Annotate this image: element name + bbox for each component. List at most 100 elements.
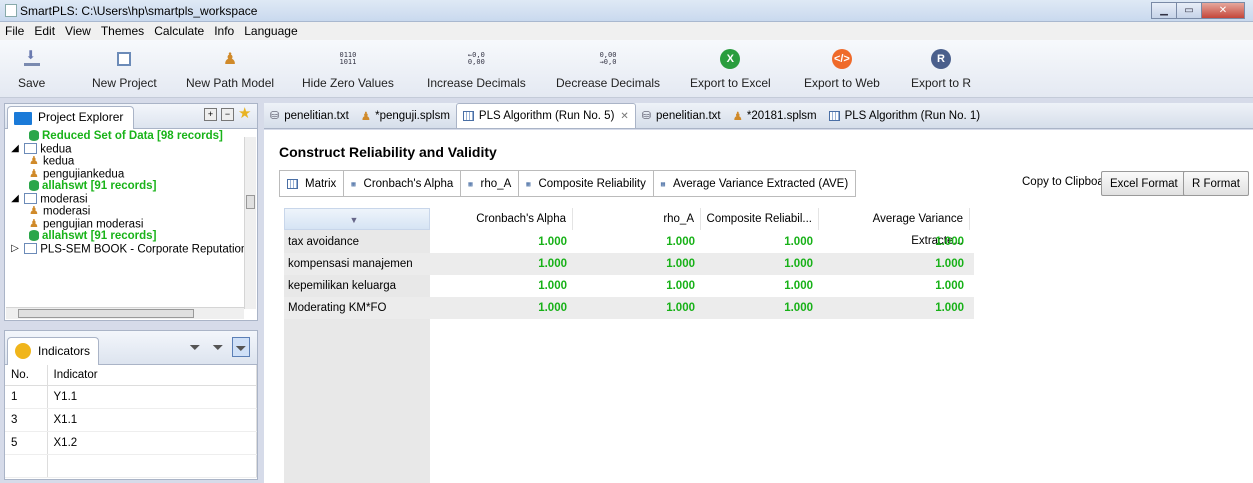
report-editor: Construct Reliability and Validity Matri… <box>264 130 1253 483</box>
export-r-button[interactable]: R Export to R <box>911 48 971 90</box>
editor-tab[interactable]: ⛁ penelitian.txt <box>636 103 727 128</box>
editor-tab[interactable]: ♟ *penguji.splsm <box>355 103 456 128</box>
increase-decimals-icon: ←0,0 0,00 <box>467 51 485 66</box>
explorer-horizontal-scrollbar[interactable] <box>6 307 244 319</box>
table-row[interactable]: tax avoidance 1.000 1.000 1.000 1.000 <box>284 231 974 253</box>
project-explorer-tab[interactable]: Project Explorer <box>7 106 135 129</box>
grid-header: ▼ Cronbach's Alpha rho_A Composite Relia… <box>284 208 974 247</box>
project-explorer-tabbar: Project Explorer + − ★ <box>5 104 257 129</box>
close-tab-icon[interactable]: ✕ <box>620 111 628 122</box>
expand-all-icon[interactable]: + <box>204 108 217 121</box>
save-icon <box>23 48 40 66</box>
window-title: SmartPLS: C:\Users\hp\smartpls_workspace <box>20 4 258 18</box>
expanded-triangle-icon[interactable]: ◢ <box>9 143 21 156</box>
excel-icon: X <box>720 49 741 69</box>
tab-cronbachs-alpha[interactable]: ▦ Cronbach's Alpha <box>344 171 462 196</box>
result-tabs: Matrix ▦ Cronbach's Alpha ▦ rho_A ▦ Composi… <box>279 170 857 197</box>
tree-item[interactable]: ♟ kedua <box>5 155 245 168</box>
menu-language[interactable]: Language <box>239 24 302 38</box>
menu-bar: File Edit View Themes Calculate Info Lan… <box>0 22 1253 40</box>
filter-icon[interactable]: ⏷ <box>209 337 227 357</box>
editor-tabbar: ⛁ penelitian.txt ♟ *penguji.splsm PLS Algo… <box>264 103 1253 129</box>
collapsed-triangle-icon[interactable]: ▷ <box>9 243 21 256</box>
explorer-actions: + − ★ <box>204 106 251 121</box>
table-row[interactable]: kepemilikan keluarga 1.000 1.000 1.000 1… <box>284 275 974 297</box>
table-row[interactable]: Moderating KM*FO 1.000 1.000 1.000 1.000 <box>284 297 974 319</box>
tab-rho-a[interactable]: ▦ rho_A <box>461 171 520 196</box>
r-format-button[interactable]: R Format <box>1183 171 1249 196</box>
report-title: Construct Reliability and Validity <box>279 144 497 160</box>
column-header[interactable]: rho_A <box>573 208 701 230</box>
export-excel-button[interactable]: X Export to Excel <box>690 48 771 90</box>
dataset-icon <box>29 180 39 192</box>
table-row[interactable]: kompensasi manajemen 1.000 1.000 1.000 1… <box>284 253 974 275</box>
menu-info[interactable]: Info <box>209 24 239 38</box>
column-header-indicator[interactable]: Indicator <box>47 365 257 386</box>
editor-tab-active[interactable]: PLS Algorithm (Run No. 5) ✕ <box>455 103 636 128</box>
menu-themes[interactable]: Themes <box>96 24 149 38</box>
editor-tab[interactable]: PLS Algorithm (Run No. 1) <box>823 103 987 128</box>
table-row[interactable]: 5 X1.2 <box>5 431 257 455</box>
save-button[interactable]: Save <box>18 48 45 90</box>
column-header[interactable]: Average Variance Extracte... <box>819 208 970 247</box>
tree-item[interactable]: ◢ kedua <box>5 143 245 156</box>
tab-composite-reliability[interactable]: ▦ Composite Reliability <box>519 171 654 196</box>
path-model-icon: ♟ <box>222 51 238 68</box>
tree-item[interactable]: Reduced Set of Data [98 records] <box>5 130 245 143</box>
export-web-button[interactable]: </> Export to Web <box>804 48 880 90</box>
table-row[interactable]: 3 X1.1 <box>5 408 257 432</box>
results-grid: ▼ Cronbach's Alpha rho_A Composite Relia… <box>284 208 1234 483</box>
decrease-decimals-icon: 0,00 →0,0 <box>599 51 617 66</box>
tab-ave[interactable]: ▦ Average Variance Extracted (AVE) <box>653 171 856 196</box>
tree-item[interactable]: ♟ pengujiankedua <box>5 168 245 181</box>
increase-decimals-button[interactable]: ←0,0 0,00 Increase Decimals <box>427 48 526 91</box>
tree-item[interactable]: ♟ moderasi <box>5 205 245 218</box>
editor-tab[interactable]: ♟ *20181.splsm <box>727 103 823 128</box>
hide-zero-values-button[interactable]: 0110 1011 Hide Zero Values <box>302 48 394 91</box>
favorite-star-icon[interactable]: ★ <box>238 106 251 121</box>
menu-edit[interactable]: Edit <box>29 24 60 38</box>
decrease-decimals-button[interactable]: 0,00 →0,0 Decrease Decimals <box>556 48 660 91</box>
column-header-no[interactable]: No. <box>5 365 48 386</box>
web-code-icon: </> <box>831 49 852 69</box>
filter-icon[interactable]: ⏷ <box>186 337 204 357</box>
collapse-all-icon[interactable]: − <box>221 108 234 121</box>
new-project-button[interactable]: New Project <box>92 48 157 90</box>
dataset-icon <box>29 230 39 242</box>
project-icon <box>24 193 38 205</box>
tab-matrix[interactable]: Matrix <box>280 171 345 196</box>
excel-format-button[interactable]: Excel Format <box>1101 171 1187 196</box>
expanded-triangle-icon[interactable]: ◢ <box>9 193 21 206</box>
path-model-icon: ♟ <box>29 217 39 230</box>
indicator-filters: ⏷ ⏷ ⏷ <box>186 337 250 357</box>
tree-item[interactable]: ▷ PLS-SEM BOOK - Corporate Reputation <box>5 243 245 256</box>
toolbar: Save New Project ♟ New Path Model 0110 1… <box>0 40 1253 98</box>
minimize-button[interactable]: ▁ <box>1151 2 1177 19</box>
scroll-thumb[interactable] <box>18 309 194 318</box>
column-header[interactable]: Cronbach's Alpha <box>430 208 573 230</box>
tree-item[interactable]: allahswt [91 records] <box>5 230 245 243</box>
indicators-tab[interactable]: Indicators <box>7 337 100 365</box>
table-row[interactable]: 1 Y1.1 <box>5 385 257 409</box>
menu-view[interactable]: View <box>60 24 96 38</box>
sort-header-cell[interactable]: ▼ <box>284 208 430 230</box>
new-path-model-button[interactable]: ♟ New Path Model <box>186 48 274 90</box>
filter-active-icon[interactable]: ⏷ <box>232 337 250 357</box>
editor-tab[interactable]: ⛁ penelitian.txt <box>264 103 355 128</box>
menu-calculate[interactable]: Calculate <box>149 24 209 38</box>
tree-item[interactable]: ◢ moderasi <box>5 193 245 206</box>
explorer-vertical-scrollbar[interactable] <box>244 137 256 309</box>
column-header[interactable]: Composite Reliabil... <box>701 208 819 230</box>
chart-icon: ▦ <box>526 179 531 188</box>
database-icon: ⛁ <box>270 110 280 122</box>
r-icon: R <box>931 49 952 69</box>
path-model-icon: ♟ <box>29 205 39 217</box>
close-button[interactable]: ✕ <box>1201 2 1245 19</box>
scroll-thumb[interactable] <box>246 195 255 209</box>
menu-file[interactable]: File <box>0 24 29 38</box>
tree-item[interactable]: ♟ pengujian moderasi <box>5 218 245 231</box>
tree-item[interactable]: allahswt [91 records] <box>5 180 245 193</box>
maximize-button[interactable]: ▭ <box>1176 2 1202 19</box>
database-icon: ⛁ <box>641 110 652 122</box>
chart-icon: ▦ <box>660 179 666 188</box>
